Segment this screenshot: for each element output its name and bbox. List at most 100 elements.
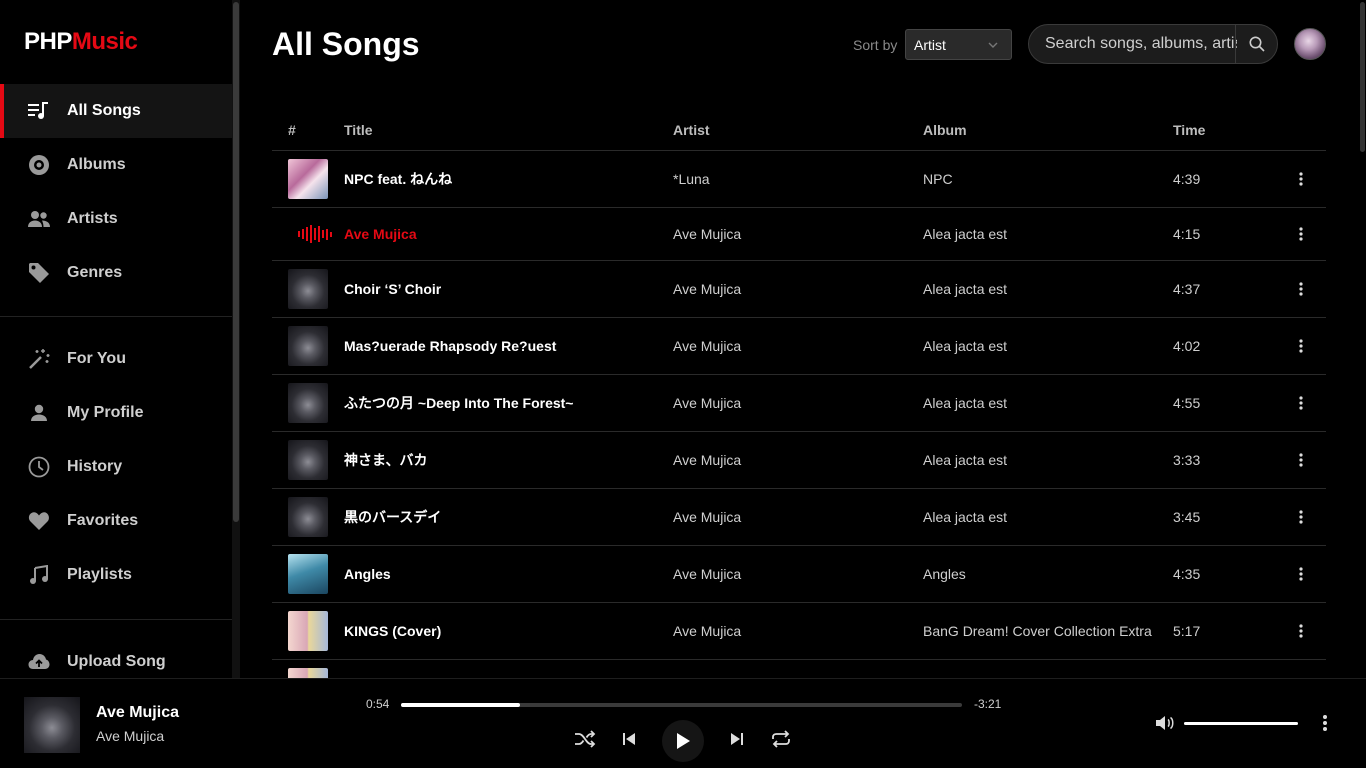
album-thumbnail[interactable] — [288, 383, 328, 423]
album-thumbnail-cell — [272, 440, 344, 480]
row-more-button[interactable] — [1276, 567, 1326, 581]
next-button[interactable] — [725, 727, 749, 751]
search-button[interactable] — [1235, 25, 1277, 63]
song-title[interactable]: 黒のバースデイ — [344, 507, 673, 527]
song-album[interactable]: Alea jacta est — [923, 281, 1173, 297]
table-row[interactable]: Ave Mujica Ave Mujica Alea jacta est 4:15 — [272, 208, 1326, 261]
table-row[interactable]: KINGS (Cover) Ave Mujica BanG Dream! Cover… — [272, 603, 1326, 660]
table-row[interactable]: 神さま、バカ Ave Mujica Alea jacta est 3:33 — [272, 432, 1326, 489]
now-playing-title[interactable]: Ave Mujica — [96, 704, 179, 722]
now-playing-cover[interactable] — [24, 697, 80, 753]
song-album[interactable]: Alea jacta est — [923, 452, 1173, 468]
row-more-button[interactable] — [1276, 624, 1326, 638]
volume-button[interactable] — [1155, 715, 1175, 736]
song-album[interactable]: NPC — [923, 171, 1173, 187]
sidebar-item-history[interactable]: History — [0, 440, 232, 494]
table-row[interactable]: Mas?uerade Rhapsody Re?uest Ave Mujica Ale… — [272, 318, 1326, 375]
album-thumbnail[interactable] — [288, 497, 328, 537]
sidebar-item-my-profile[interactable]: My Profile — [0, 386, 232, 440]
search-input[interactable] — [1029, 25, 1237, 63]
song-artist[interactable]: Ave Mujica — [673, 566, 923, 582]
sidebar-divider — [0, 316, 232, 317]
sidebar-item-for-you[interactable]: For You — [0, 332, 232, 386]
song-artist[interactable]: Ave Mujica — [673, 623, 923, 639]
album-thumbnail[interactable] — [288, 269, 328, 309]
row-more-button[interactable] — [1276, 453, 1326, 467]
album-thumbnail[interactable] — [288, 611, 328, 651]
row-more-button[interactable] — [1276, 396, 1326, 410]
sidebar-item-albums[interactable]: Albums — [0, 138, 232, 192]
header-title[interactable]: Title — [344, 122, 673, 138]
sidebar-item-upload-song[interactable]: Upload Song — [0, 635, 232, 678]
song-artist[interactable]: Ave Mujica — [673, 509, 923, 525]
sidebar-item-favorites[interactable]: Favorites — [0, 494, 232, 548]
song-title[interactable]: Mas?uerade Rhapsody Re?uest — [344, 338, 673, 354]
song-album[interactable]: BanG Dream! Cover Collection Extra — [923, 623, 1173, 639]
sidebar-item-genres[interactable]: Genres — [0, 246, 232, 300]
song-album[interactable]: Alea jacta est — [923, 395, 1173, 411]
song-title[interactable]: 神さま、バカ — [344, 450, 673, 470]
album-thumbnail[interactable] — [288, 668, 328, 678]
app-logo[interactable]: PHPMusic — [24, 28, 138, 56]
repeat-button[interactable] — [769, 727, 793, 751]
sidebar-item-artists[interactable]: Artists — [0, 192, 232, 246]
song-artist[interactable]: Ave Mujica — [673, 452, 923, 468]
song-album[interactable]: Angles — [923, 566, 1173, 582]
song-artist[interactable]: Ave Mujica — [673, 338, 923, 354]
table-row[interactable]: NPC feat. ねんね *Luna NPC 4:39 — [272, 151, 1326, 208]
song-artist[interactable]: Ave Mujica — [673, 226, 923, 242]
song-duration: 4:35 — [1173, 566, 1201, 582]
row-more-button[interactable] — [1276, 510, 1326, 524]
avatar[interactable] — [1294, 28, 1326, 60]
row-more-button[interactable] — [1276, 172, 1326, 186]
more-vertical-icon — [1299, 567, 1303, 581]
sidebar-scrollbar[interactable] — [232, 0, 240, 678]
cloud-upload-icon — [28, 651, 50, 673]
album-thumbnail[interactable] — [288, 159, 328, 199]
header-album[interactable]: Album — [923, 122, 1173, 138]
shuffle-button[interactable] — [573, 727, 597, 751]
song-album[interactable]: Alea jacta est — [923, 338, 1173, 354]
table-row[interactable]: 黒のバースデイ Ave Mujica Alea jacta est 3:45 — [272, 489, 1326, 546]
scrollbar-thumb[interactable] — [233, 2, 239, 522]
song-title[interactable]: NPC feat. ねんね — [344, 169, 673, 189]
main-scrollbar[interactable] — [1358, 0, 1366, 678]
song-title[interactable]: KINGS (Cover) — [344, 623, 673, 639]
now-playing-artist[interactable]: Ave Mujica — [96, 728, 164, 744]
song-album[interactable]: Alea jacta est — [923, 226, 1173, 242]
song-title[interactable]: Angles — [344, 566, 673, 582]
sidebar-item-label: Upload Song — [67, 653, 166, 670]
volume-slider[interactable] — [1184, 722, 1298, 725]
table-row[interactable]: Choir ‘S’ Choir Ave Mujica Alea jacta est 4… — [272, 261, 1326, 318]
song-duration: 4:15 — [1173, 226, 1201, 242]
table-row[interactable]: Angles Ave Mujica Angles 4:35 — [272, 546, 1326, 603]
song-artist[interactable]: Ave Mujica — [673, 281, 923, 297]
table-row[interactable]: ふたつの月 ~Deep Into The Forest~ Ave Mujica Al… — [272, 375, 1326, 432]
row-more-button[interactable] — [1276, 339, 1326, 353]
more-vertical-icon — [1323, 715, 1327, 731]
table-body: NPC feat. ねんね *Luna NPC 4:39 Ave Mujica Ave M… — [272, 151, 1326, 678]
player-more-button[interactable] — [1322, 714, 1328, 737]
sort-select[interactable]: Artist — [905, 29, 1012, 60]
row-more-button[interactable] — [1276, 227, 1326, 241]
progress-bar[interactable] — [401, 703, 962, 707]
table-row[interactable] — [272, 660, 1326, 678]
header-time[interactable]: Time — [1173, 122, 1276, 138]
sidebar-item-label: All Songs — [67, 102, 141, 119]
header-artist[interactable]: Artist — [673, 122, 923, 138]
song-title[interactable]: Ave Mujica — [344, 226, 673, 242]
sidebar-item-all-songs[interactable]: All Songs — [0, 84, 232, 138]
album-thumbnail[interactable] — [288, 440, 328, 480]
album-thumbnail[interactable] — [288, 554, 328, 594]
scrollbar-thumb[interactable] — [1360, 2, 1365, 152]
song-title[interactable]: Choir ‘S’ Choir — [344, 281, 673, 297]
play-button[interactable] — [662, 720, 704, 762]
previous-button[interactable] — [617, 727, 641, 751]
song-artist[interactable]: Ave Mujica — [673, 395, 923, 411]
song-album[interactable]: Alea jacta est — [923, 509, 1173, 525]
sidebar-item-playlists[interactable]: Playlists — [0, 548, 232, 602]
song-title[interactable]: ふたつの月 ~Deep Into The Forest~ — [344, 393, 673, 413]
song-artist[interactable]: *Luna — [673, 171, 923, 187]
album-thumbnail[interactable] — [288, 326, 328, 366]
row-more-button[interactable] — [1276, 282, 1326, 296]
